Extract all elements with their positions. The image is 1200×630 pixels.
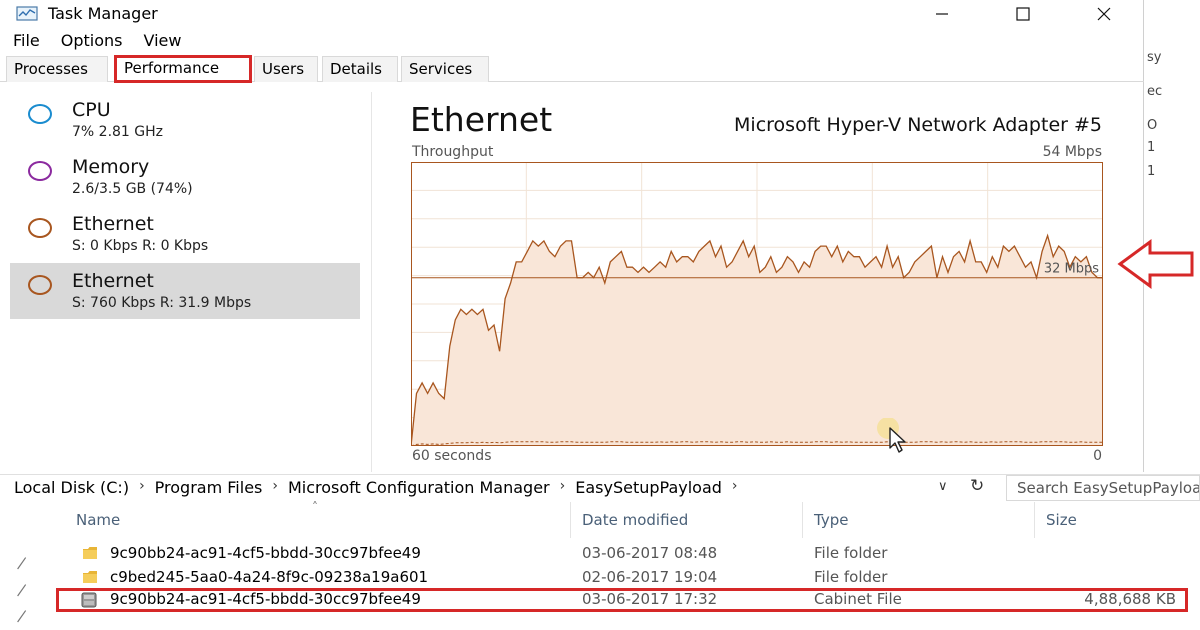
tab-users[interactable]: Users xyxy=(254,56,318,82)
folder-icon xyxy=(83,547,97,559)
chevron-right-icon[interactable]: › xyxy=(732,478,738,497)
chevron-right-icon[interactable]: › xyxy=(560,478,566,497)
sidebar-item-value: S: 760 Kbps R: 31.9 Mbps xyxy=(72,295,252,311)
tab-details[interactable]: Details xyxy=(322,56,398,82)
column-divider[interactable] xyxy=(1034,502,1035,538)
file-name: 9c90bb24-ac91-4cf5-bbdd-30cc97bfee49 xyxy=(110,544,421,562)
pin-icon[interactable]: ❘ xyxy=(12,580,31,600)
chevron-right-icon[interactable]: › xyxy=(272,478,278,497)
pin-icon[interactable]: ❘ xyxy=(12,606,31,626)
file-row[interactable]: 9c90bb24-ac91-4cf5-bbdd-30cc97bfee49 03-… xyxy=(56,542,1188,566)
cabinet-file-icon xyxy=(81,592,97,608)
chevron-down-icon[interactable]: ∨ xyxy=(938,479,948,494)
column-header-size[interactable]: Size xyxy=(1046,511,1077,529)
close-button[interactable] xyxy=(1076,0,1132,28)
column-header-type[interactable]: Type xyxy=(814,511,848,529)
file-row[interactable]: c9bed245-5aa0-4a24-8f9c-09238a19a601 02-… xyxy=(56,566,1188,590)
sidebar-item-value: 7% 2.81 GHz xyxy=(72,124,164,140)
chevron-right-icon[interactable]: › xyxy=(139,478,145,497)
annotation-arrow-icon xyxy=(1117,239,1194,289)
menu-file[interactable]: File xyxy=(6,30,47,52)
column-divider[interactable] xyxy=(802,502,803,538)
sidebar-item-ethernet-2[interactable]: Ethernet S: 760 Kbps R: 31.9 Mbps xyxy=(10,263,360,319)
maximize-button[interactable] xyxy=(995,0,1051,28)
chart-y-min-label: 0 xyxy=(1093,448,1102,464)
background-window-fragment: ec xyxy=(1147,84,1163,99)
tab-strip: Processes Performance Users Details Serv… xyxy=(0,55,1144,83)
minimize-icon xyxy=(936,13,948,15)
background-window-fragment: 1 xyxy=(1147,164,1156,179)
file-list-header: ˄ Name Date modified Type Size xyxy=(44,500,1200,538)
breadcrumb: Local Disk (C:) › Program Files › Micros… xyxy=(14,478,748,497)
file-type: File folder xyxy=(814,544,888,562)
column-header-date[interactable]: Date modified xyxy=(582,511,688,529)
menu-bar: File Options View xyxy=(0,30,188,52)
breadcrumb-item[interactable]: EasySetupPayload xyxy=(575,478,722,497)
breadcrumb-item[interactable]: Microsoft Configuration Manager xyxy=(288,478,550,497)
ethernet-status-icon xyxy=(28,218,52,238)
ethernet-status-icon xyxy=(28,275,52,295)
file-type: Cabinet File xyxy=(814,590,902,608)
adapter-name: Microsoft Hyper-V Network Adapter #5 xyxy=(734,114,1102,136)
sidebar-item-value: 2.6/3.5 GB (74%) xyxy=(72,181,193,197)
file-date: 03-06-2017 08:48 xyxy=(582,544,718,562)
sidebar-item-value: S: 0 Kbps R: 0 Kbps xyxy=(72,238,209,254)
cpu-status-icon xyxy=(28,104,52,124)
menu-options[interactable]: Options xyxy=(54,30,130,52)
tab-services[interactable]: Services xyxy=(401,56,489,82)
sidebar-item-title: Memory xyxy=(72,156,150,178)
window-title: Task Manager xyxy=(48,4,158,23)
column-header-name[interactable]: Name xyxy=(76,511,120,529)
file-size: 4,88,688 KB xyxy=(1084,590,1176,608)
file-date: 03-06-2017 17:32 xyxy=(582,590,718,608)
sidebar-item-title: CPU xyxy=(72,99,111,121)
close-icon xyxy=(1097,7,1111,21)
sidebar-item-title: Ethernet xyxy=(72,270,154,292)
task-manager-window: Task Manager File Options View Processes… xyxy=(0,0,1144,472)
refresh-icon[interactable]: ↻ xyxy=(970,476,984,496)
background-window-fragment: O xyxy=(1147,118,1158,133)
file-date: 02-06-2017 19:04 xyxy=(582,568,718,586)
task-manager-app-icon xyxy=(16,6,38,21)
panel-title: Ethernet xyxy=(410,100,553,139)
breadcrumb-item[interactable]: Local Disk (C:) xyxy=(14,478,129,497)
sidebar-item-memory[interactable]: Memory 2.6/3.5 GB (74%) xyxy=(10,149,360,205)
throughput-chart: 32 Mbps xyxy=(411,162,1103,446)
chart-title: Throughput xyxy=(412,144,494,160)
pin-icon[interactable]: ❘ xyxy=(12,553,31,573)
background-window-fragment: sy xyxy=(1147,50,1162,65)
sidebar-item-cpu[interactable]: CPU 7% 2.81 GHz xyxy=(10,92,360,148)
sidebar-item-title: Ethernet xyxy=(72,213,154,235)
chart-y-max-label: 54 Mbps xyxy=(1042,144,1102,160)
file-name: 9c90bb24-ac91-4cf5-bbdd-30cc97bfee49 xyxy=(110,590,421,608)
title-bar[interactable]: Task Manager xyxy=(0,0,1144,28)
minimize-button[interactable] xyxy=(914,0,970,28)
background-window-fragment: 1 xyxy=(1147,140,1156,155)
chart-x-label: 60 seconds xyxy=(412,448,492,464)
sidebar-item-ethernet-1[interactable]: Ethernet S: 0 Kbps R: 0 Kbps xyxy=(10,206,360,262)
current-value-label: 32 Mbps xyxy=(1044,262,1099,277)
breadcrumb-item[interactable]: Program Files xyxy=(155,478,263,497)
search-input[interactable]: Search EasySetupPayload xyxy=(1006,475,1200,501)
mouse-cursor-icon xyxy=(877,418,906,453)
menu-view[interactable]: View xyxy=(137,30,189,52)
file-row-highlighted[interactable]: 9c90bb24-ac91-4cf5-bbdd-30cc97bfee49 03-… xyxy=(56,588,1188,612)
address-bar[interactable]: Local Disk (C:) › Program Files › Micros… xyxy=(0,474,1200,501)
tab-processes[interactable]: Processes xyxy=(6,56,108,82)
memory-status-icon xyxy=(28,161,52,181)
file-name: c9bed245-5aa0-4a24-8f9c-09238a19a601 xyxy=(110,568,429,586)
maximize-icon xyxy=(1016,7,1030,21)
column-divider[interactable] xyxy=(570,502,571,538)
tab-performance[interactable]: Performance xyxy=(114,55,252,83)
performance-sidebar: CPU 7% 2.81 GHz Memory 2.6/3.5 GB (74%) … xyxy=(0,92,372,472)
sort-ascending-icon: ˄ xyxy=(312,500,318,514)
file-type: File folder xyxy=(814,568,888,586)
folder-icon xyxy=(83,571,97,583)
